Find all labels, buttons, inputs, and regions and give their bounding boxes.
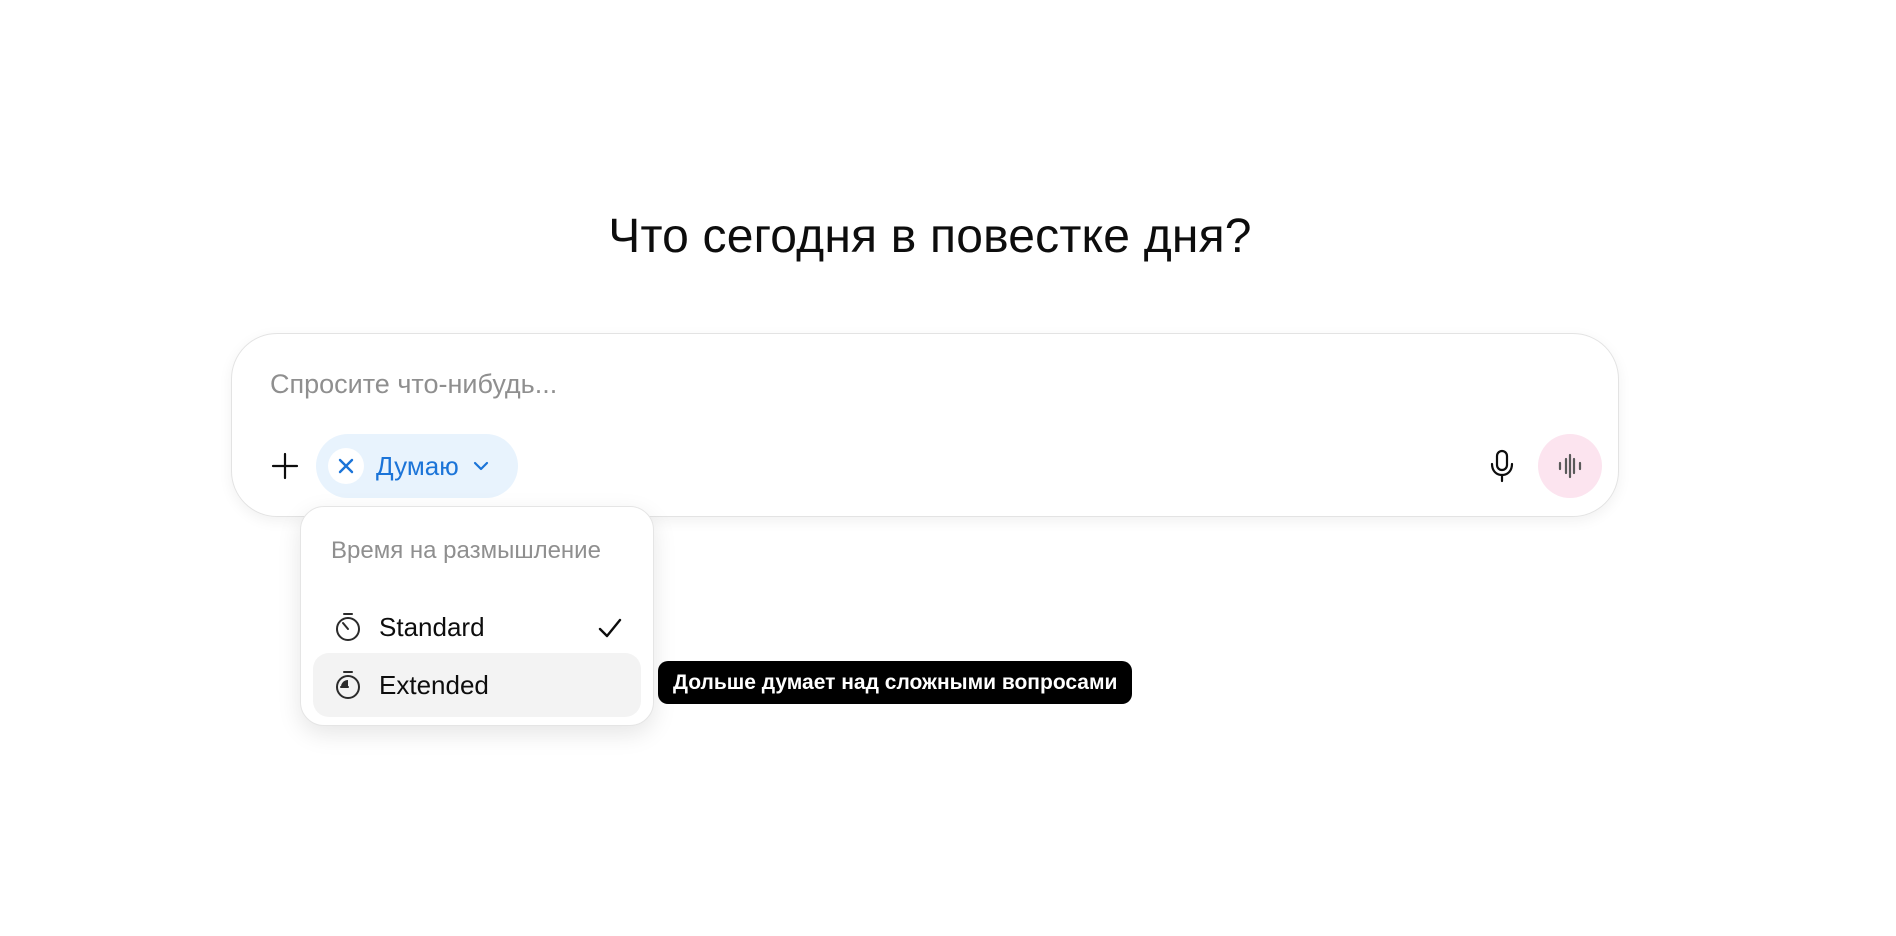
menu-item-label: Extended [379, 669, 489, 700]
thinking-chip-label: Думаю [376, 450, 459, 481]
menu-item-label: Standard [379, 611, 485, 642]
composer: Думаю [231, 333, 1619, 517]
page-title: Что сегодня в повестке дня? [608, 210, 1252, 263]
checkmark-icon [598, 618, 622, 638]
tooltip: Дольше думает над сложными вопросами [658, 661, 1133, 704]
page: Что сегодня в повестке дня? Думаю [0, 0, 1896, 936]
close-icon [338, 458, 354, 474]
dictate-button[interactable] [1480, 444, 1524, 488]
attach-button[interactable] [265, 446, 305, 486]
thinking-time-menu: Время на размышление Standard Extended [300, 506, 654, 726]
stopwatch-icon [331, 610, 365, 644]
stopwatch-icon [331, 668, 365, 702]
voice-mode-button[interactable] [1538, 434, 1602, 498]
menu-item-standard[interactable]: Standard [313, 595, 641, 659]
remove-thinking-button[interactable] [328, 448, 364, 484]
microphone-icon [1490, 449, 1514, 483]
thinking-mode-chip[interactable]: Думаю [316, 434, 518, 498]
voice-waveform-icon [1558, 453, 1582, 479]
menu-item-extended[interactable]: Extended [313, 653, 641, 717]
menu-header: Время на размышление [331, 537, 601, 564]
chevron-down-icon [473, 461, 488, 471]
prompt-input[interactable] [270, 364, 1520, 404]
plus-icon [271, 452, 299, 480]
